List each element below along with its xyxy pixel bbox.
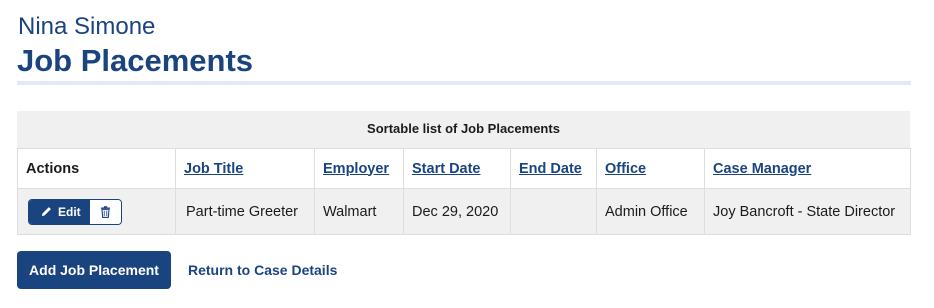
column-header-case-manager: Case Manager — [704, 148, 911, 189]
sort-by-case-manager-link[interactable]: Case Manager — [713, 161, 811, 177]
column-header-end-date: End Date — [510, 148, 597, 189]
end-date-cell — [510, 188, 597, 235]
column-header-office: Office — [596, 148, 705, 189]
client-name: Nina Simone — [18, 13, 156, 40]
row-action-buttons: Edit — [28, 198, 122, 225]
office-cell: Admin Office — [596, 188, 705, 235]
sort-by-job-title-link[interactable]: Job Title — [184, 161, 243, 177]
page-title: Job Placements — [17, 43, 254, 78]
trash-icon — [100, 205, 110, 218]
sort-by-start-date-link[interactable]: Start Date — [412, 161, 481, 177]
table-header-row: Actions Job Title Employer Start Date En… — [17, 148, 911, 189]
row-actions-cell: Edit — [17, 188, 176, 235]
column-header-employer: Employer — [314, 148, 404, 189]
column-header-job-title: Job Title — [175, 148, 315, 189]
placements-table-container: Sortable list of Job Placements Actions … — [17, 111, 911, 235]
sort-by-end-date-link[interactable]: End Date — [519, 161, 582, 177]
pencil-icon — [41, 207, 51, 217]
edit-button[interactable]: Edit — [29, 199, 90, 224]
sort-by-employer-link[interactable]: Employer — [323, 161, 389, 177]
table-row: Edit Part-time Greeter Walmart Dec 29, 2… — [17, 188, 911, 235]
add-job-placement-button[interactable]: Add Job Placement — [17, 251, 171, 289]
placements-table: Actions Job Title Employer Start Date En… — [17, 148, 911, 235]
return-to-case-details-link[interactable]: Return to Case Details — [188, 262, 337, 278]
column-header-start-date: Start Date — [403, 148, 511, 189]
delete-button[interactable] — [89, 199, 121, 224]
edit-button-label: Edit — [58, 204, 81, 219]
start-date-cell: Dec 29, 2020 — [403, 188, 511, 235]
job-title-cell: Part-time Greeter — [175, 188, 315, 235]
employer-cell: Walmart — [314, 188, 404, 235]
title-divider — [17, 81, 911, 85]
column-header-actions: Actions — [17, 148, 176, 189]
case-manager-cell: Joy Bancroft - State Director — [704, 188, 911, 235]
table-caption: Sortable list of Job Placements — [367, 121, 560, 136]
sort-by-office-link[interactable]: Office — [605, 161, 646, 177]
